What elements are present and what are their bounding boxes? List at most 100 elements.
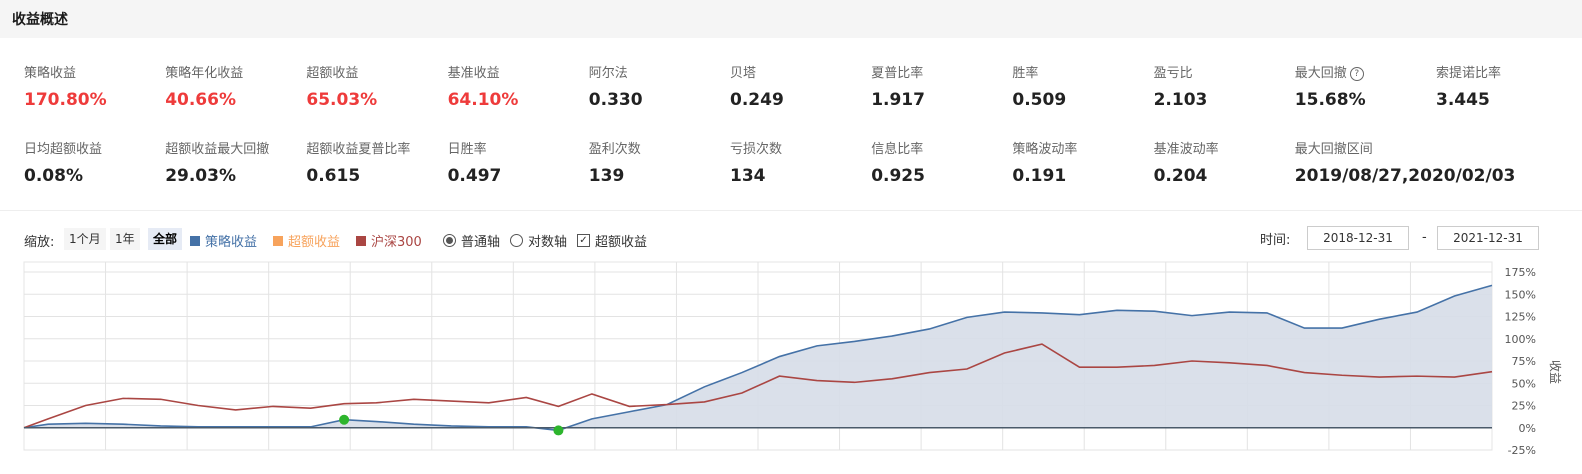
- metric-value: 15.68%: [1294, 90, 1366, 110]
- metric-value: 0.191: [1012, 166, 1067, 186]
- metric-label: 策略波动率: [1012, 142, 1078, 157]
- metric-value: 0.615: [306, 166, 361, 186]
- zoom-1-month-button[interactable]: 1个月: [64, 228, 106, 250]
- metric-item: 贝塔 0.249: [730, 62, 870, 110]
- metric-label: 策略收益: [24, 66, 77, 81]
- metric-label: 盈亏比: [1153, 66, 1193, 81]
- metric-value: 0.925: [871, 166, 925, 186]
- metric-item: 索提诺比率 3.445: [1436, 62, 1576, 110]
- legend-swatch: [356, 235, 366, 246]
- y-axis-label: 收益: [1548, 360, 1562, 384]
- metric-label: 索提诺比率: [1436, 66, 1502, 81]
- legend-swatch: [273, 235, 283, 246]
- metric-label: 基准波动率: [1153, 142, 1219, 157]
- excess-return-checkbox[interactable]: ✓ 超额收益: [577, 231, 647, 250]
- normal-axis-radio[interactable]: 普通轴: [443, 231, 500, 250]
- metric-item: 最大回撤? 15.68%: [1295, 62, 1435, 110]
- metric-value: 0.330: [588, 90, 643, 110]
- metric-label: 超额收益夏普比率: [306, 142, 411, 157]
- help-icon[interactable]: ?: [1349, 66, 1364, 81]
- y-tick-label: -25%: [1508, 444, 1536, 457]
- metric-value: 2.103: [1153, 90, 1208, 110]
- legend-benchmark[interactable]: 沪深300: [356, 231, 422, 250]
- date-separator: -: [1422, 230, 1427, 245]
- metric-item: 亏损次数 134: [730, 138, 870, 186]
- metric-value: 134: [730, 166, 766, 186]
- metric-value: 65.03%: [306, 90, 378, 110]
- chart-toolbar: 缩放: 1个月 1年 全部 策略收益 超额收益 沪深300 普通轴 对数轴 ✓ …: [0, 211, 1582, 261]
- metric-label: 超额收益最大回撤: [165, 142, 270, 157]
- legend-label: 沪深300: [371, 235, 422, 250]
- metric-label: 亏损次数: [730, 142, 783, 157]
- metric-item: 日均超额收益 0.08%: [24, 138, 164, 186]
- metric-label: 贝塔: [730, 66, 757, 81]
- metric-item: 阿尔法 0.330: [589, 62, 729, 110]
- log-axis-radio[interactable]: 对数轴: [510, 231, 567, 250]
- y-tick-label: 125%: [1505, 311, 1536, 324]
- metric-value: 0.204: [1153, 166, 1208, 186]
- metric-value: 64.10%: [447, 90, 519, 110]
- metric-item: 策略收益 170.80%: [24, 62, 164, 110]
- y-tick-label: 75%: [1512, 355, 1536, 368]
- normal-axis-label: 普通轴: [461, 235, 501, 250]
- y-tick-label: 175%: [1505, 266, 1536, 279]
- metric-value: 0.497: [447, 166, 502, 186]
- metric-value: 0.08%: [24, 166, 83, 186]
- metric-label: 最大回撤?: [1295, 62, 1435, 81]
- radio-unchecked-icon: [510, 234, 523, 247]
- y-tick-label: 150%: [1505, 288, 1536, 301]
- metric-item: 超额收益最大回撤 29.03%: [165, 138, 305, 186]
- start-date-input[interactable]: [1307, 226, 1409, 250]
- metric-label: 阿尔法: [588, 66, 628, 81]
- page-title: 收益概述: [12, 12, 68, 28]
- legend-label: 策略收益: [205, 235, 258, 250]
- drawdown-marker: [339, 414, 350, 425]
- metric-label: 日均超额收益: [24, 142, 103, 157]
- legend-swatch: [190, 235, 200, 246]
- metric-value: 0.249: [730, 90, 784, 110]
- metric-label: 策略年化收益: [165, 66, 244, 81]
- metric-value: 1.917: [871, 90, 925, 110]
- metric-value: 0.509: [1012, 90, 1067, 110]
- time-label: 时间:: [1260, 233, 1291, 248]
- metric-label: 基准收益: [447, 66, 500, 81]
- metric-value: 139: [588, 166, 625, 186]
- legend-strategy[interactable]: 策略收益: [190, 231, 257, 250]
- y-tick-label: 0%: [1519, 422, 1536, 435]
- metric-item: 信息比率 0.925: [871, 138, 1011, 186]
- zoom-all-button[interactable]: 全部: [148, 228, 183, 250]
- legend-excess[interactable]: 超额收益: [273, 231, 340, 250]
- metric-item: 盈亏比 2.103: [1154, 62, 1294, 110]
- metric-item: 胜率 0.509: [1012, 62, 1152, 110]
- returns-chart: 175% 150% 125% 100% 75% 50% 25% 0% -25% 收益: [0, 260, 1582, 470]
- metric-value: 3.445: [1436, 90, 1490, 110]
- y-tick-label: 100%: [1505, 333, 1536, 346]
- y-tick-label: 50%: [1512, 377, 1536, 390]
- section-header: 收益概述: [0, 0, 1582, 38]
- metric-value: 170.80%: [24, 90, 107, 110]
- metric-item: 策略波动率 0.191: [1012, 138, 1152, 186]
- zoom-1-year-button[interactable]: 1年: [110, 228, 140, 250]
- metric-label: 信息比率: [871, 142, 924, 157]
- metric-item: 基准收益 64.10%: [448, 62, 588, 110]
- metric-item: 日胜率 0.497: [448, 138, 588, 186]
- metric-label: 日胜率: [447, 142, 487, 157]
- log-axis-label: 对数轴: [528, 235, 568, 250]
- metric-label: 胜率: [1012, 66, 1039, 81]
- metric-item: 基准波动率 0.204: [1154, 138, 1294, 186]
- metric-label: 最大回撤区间: [1294, 142, 1373, 157]
- metric-label: 超额收益: [306, 66, 359, 81]
- metric-value: 2019/08/27,2020/02/03: [1294, 166, 1516, 186]
- metric-item: 超额收益夏普比率 0.615: [306, 138, 446, 186]
- metrics-panel: 策略收益 170.80% 策略年化收益 40.66% 超额收益 65.03% 基准收益 64.…: [0, 38, 1582, 211]
- metric-item: 策略年化收益 40.66%: [165, 62, 305, 110]
- metric-label: 夏普比率: [871, 66, 924, 81]
- excess-return-label: 超额收益: [595, 235, 648, 250]
- returns-chart-svg: 175% 150% 125% 100% 75% 50% 25% 0% -25% 收益: [23, 261, 1562, 457]
- radio-checked-icon: [443, 234, 456, 247]
- legend-label: 超额收益: [288, 235, 341, 250]
- metric-item: 超额收益 65.03%: [306, 62, 446, 110]
- end-date-input[interactable]: [1437, 226, 1539, 250]
- drawdown-marker: [553, 425, 564, 436]
- metric-item: 盈利次数 139: [589, 138, 729, 186]
